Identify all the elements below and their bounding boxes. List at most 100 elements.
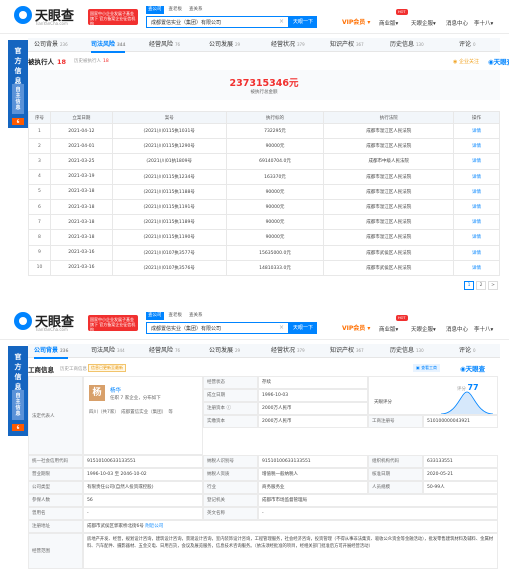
detail-link[interactable]: 详情 xyxy=(453,122,500,140)
search-tab-company[interactable]: 查公司 xyxy=(146,312,164,320)
nearby-companies-link[interactable]: 附近公司 xyxy=(145,524,163,529)
site-logo[interactable]: 天眼查 TianYanCha.com xyxy=(14,5,86,29)
nav-user[interactable]: 李十八▾ xyxy=(474,325,493,333)
tab-judicial-risk[interactable]: 司法风险 344 xyxy=(91,38,126,53)
tab-label: 公司发展 xyxy=(209,41,234,48)
org-code-value: 633133551 xyxy=(423,455,498,468)
nav-user-label: 李十八 xyxy=(474,21,491,27)
tax-qual-value: 增值税一般纳税人 xyxy=(258,468,368,481)
clear-icon[interactable]: × xyxy=(279,18,284,25)
legal-rep-cell: 杨 杨华 任职 7 家企业，分布如下 四川（共7家） 成都置信实业（集团） 等 xyxy=(83,376,203,455)
search-button[interactable]: 天眼一下 xyxy=(289,322,317,334)
reg-no-label: 工商注册号 xyxy=(368,415,423,428)
vip-link[interactable]: VIP会员 ▾ xyxy=(342,17,370,26)
tab-count: 344 xyxy=(117,348,125,353)
executed-table: 序号 立案日期 案号 执行标的 执行法院 操作 1 2021-04-12 (2021… xyxy=(28,111,500,276)
address-value: 成都市武侯区郭家桥北街6号 xyxy=(87,524,144,529)
nav-messages[interactable]: 消息中心 xyxy=(446,19,468,27)
tab-intellectual-property[interactable]: 知识产权 367 xyxy=(330,344,364,358)
detail-link[interactable]: 详情 xyxy=(453,153,500,170)
info-icon: ⓘ xyxy=(226,406,231,411)
cell-no: 5 xyxy=(28,183,51,200)
tab-history[interactable]: 历史信息 130 xyxy=(390,38,424,52)
nav-services[interactable]: 天眼企服▾ xyxy=(411,325,436,333)
detail-link[interactable]: 详情 xyxy=(453,138,500,155)
official-info-panel[interactable]: 官方信息 自主信息 6 xyxy=(8,346,28,436)
tab-count: 236 xyxy=(60,348,69,353)
cell-no: 7 xyxy=(28,214,51,231)
insured-value: 56 xyxy=(83,494,203,507)
tab-business-risk[interactable]: 经营风险 76 xyxy=(149,38,180,52)
nav-services-label: 天眼企服 xyxy=(411,21,434,27)
former-name-label: 曾用名 xyxy=(28,507,83,520)
nav-services[interactable]: 天眼企服▾ xyxy=(411,19,436,27)
search-input[interactable]: 成都置信实业（集团）有限公司 × xyxy=(146,16,289,28)
nav-business[interactable]: 商业版▾ xyxy=(379,325,398,333)
official-info-panel[interactable]: 官方信息 自主信息 6 xyxy=(8,40,28,128)
search-tab-boss[interactable]: 查老板 xyxy=(167,6,185,14)
tab-business-risk[interactable]: 经营风险 76 xyxy=(149,344,180,358)
vip-link[interactable]: VIP会员 ▾ xyxy=(342,323,370,332)
detail-link[interactable]: 详情 xyxy=(453,198,500,216)
history-executed-link[interactable]: 历史被执行人 18 xyxy=(74,58,109,64)
search-button[interactable]: 天眼一下 xyxy=(289,16,317,28)
history-business-link[interactable]: 历史工商信息 3 xyxy=(60,366,91,372)
search-tab-relation[interactable]: 查关系 xyxy=(187,312,205,320)
tab-label: 历史信息 xyxy=(390,347,415,354)
site-logo[interactable]: 天眼查 TianYanCha.com xyxy=(14,311,86,335)
cell-amount: 90000元 xyxy=(225,229,325,246)
table-row: 9 2021-03-16 (2021)川0107执3577号 15635000.0元成… xyxy=(28,244,500,261)
main-tabs: 公司背景 236 司法风险 344 经营风险 76 公司发展 29 经营状况 379 知识… xyxy=(28,344,500,359)
nav-messages[interactable]: 消息中心 xyxy=(446,325,468,333)
cell-date: 2021-03-18 xyxy=(49,214,113,231)
col-no: 序号 xyxy=(28,111,51,124)
address-label: 注册地址 xyxy=(28,520,83,533)
self-info-tab[interactable]: 自主信息 xyxy=(12,84,24,114)
tab-operation-status[interactable]: 经营状况 379 xyxy=(271,38,305,52)
section-header: 工商信息 历史工商信息 3 信息已更新至最新 ▣ 查看工商 ◉天眼查 xyxy=(28,363,500,375)
nav-messages-label: 消息中心 xyxy=(446,21,469,27)
nav-business-label: 商业版 xyxy=(379,327,396,333)
tab-judicial-risk[interactable]: 司法风险 344 xyxy=(91,344,125,358)
page-2[interactable]: 2 xyxy=(476,281,486,290)
search-tab-boss[interactable]: 查老板 xyxy=(167,312,185,320)
search-input[interactable]: 成都置信实业（集团）有限公司 × xyxy=(146,322,289,334)
tab-label: 公司发展 xyxy=(209,347,234,354)
detail-link[interactable]: 详情 xyxy=(453,183,500,200)
tab-company-development[interactable]: 公司发展 29 xyxy=(209,344,240,358)
paid-cap-value: 2000万人民币 xyxy=(258,415,368,428)
tab-comments[interactable]: 评论 0 xyxy=(459,344,476,358)
tab-company-background[interactable]: 公司背景 236 xyxy=(34,344,69,359)
view-business-button[interactable]: ▣ 查看工商 xyxy=(413,364,441,372)
nav-business[interactable]: 商业版▾ xyxy=(379,19,398,27)
detail-link[interactable]: 详情 xyxy=(453,214,500,231)
tab-label: 评论 xyxy=(459,41,472,48)
follow-button[interactable]: ◉ 企业关注 xyxy=(453,58,479,65)
legal-rep-name[interactable]: 杨华 xyxy=(110,386,121,394)
screenshot-business-info: 天眼查 TianYanCha.com 国家中小企业发展子基金旗下 官方备案企业征… xyxy=(0,306,509,572)
page-next[interactable]: > xyxy=(488,281,498,290)
tab-comments[interactable]: 评论 0 xyxy=(459,38,476,52)
tab-operation-status[interactable]: 经营状况 379 xyxy=(271,344,305,358)
detail-link[interactable]: 详情 xyxy=(453,244,500,261)
cell-case: (2021)川0115执1189号 xyxy=(111,214,227,231)
table-row: 4 2021-03-19 (2021)川0115执1234号 163370元 成都市温江… xyxy=(28,168,500,185)
nav-user[interactable]: 李十八▾ xyxy=(474,19,493,27)
detail-link[interactable]: 详情 xyxy=(453,229,500,246)
avatar: 杨 xyxy=(89,385,105,401)
tab-company-background[interactable]: 公司背景 236 xyxy=(34,38,68,52)
tab-label: 经营状况 xyxy=(271,347,296,354)
self-info-tab[interactable]: 自主信息 xyxy=(12,390,24,420)
english-name-label: 英文名称 xyxy=(203,507,258,520)
detail-link[interactable]: 详情 xyxy=(453,259,500,276)
detail-link[interactable]: 详情 xyxy=(453,168,500,185)
search-tab-relation[interactable]: 查关系 xyxy=(187,6,205,14)
page-1[interactable]: 1 xyxy=(464,281,474,290)
tab-company-development[interactable]: 公司发展 29 xyxy=(209,38,240,52)
tab-intellectual-property[interactable]: 知识产权 367 xyxy=(330,38,364,52)
tab-label: 经营风险 xyxy=(149,41,174,48)
search-tab-company[interactable]: 查公司 xyxy=(146,6,164,14)
tab-history[interactable]: 历史信息 130 xyxy=(390,344,424,358)
clear-icon[interactable]: × xyxy=(279,324,284,331)
section-title-text: 被执行人 xyxy=(28,58,54,66)
